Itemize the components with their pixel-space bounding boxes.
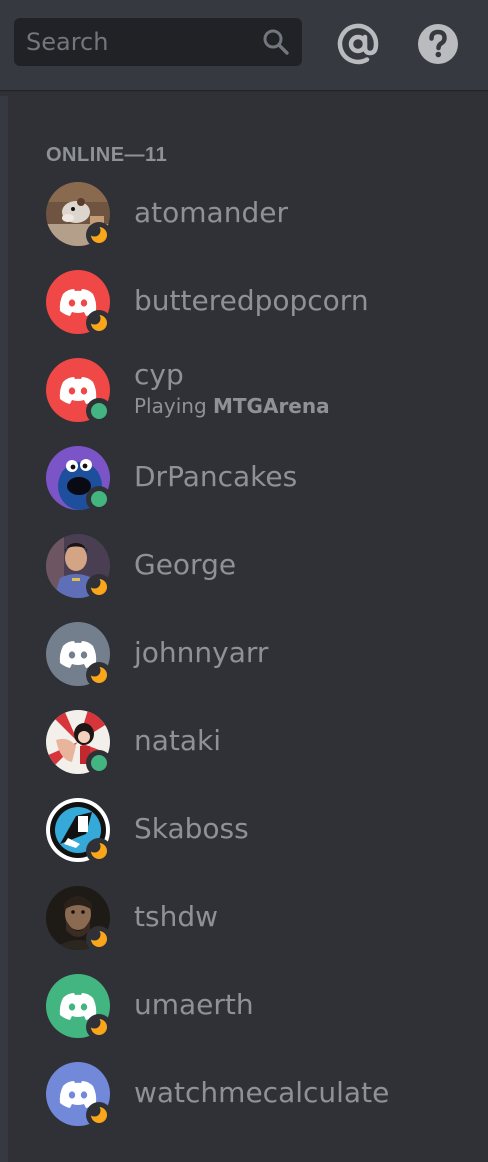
avatar bbox=[46, 446, 112, 512]
at-sign-icon[interactable] bbox=[336, 22, 380, 66]
search-input[interactable]: Search bbox=[14, 18, 302, 66]
member-name: butteredpopcorn bbox=[134, 284, 369, 317]
activity-prefix: Playing bbox=[134, 394, 207, 418]
member-item[interactable]: George bbox=[46, 534, 466, 600]
member-item[interactable]: johnnyarr bbox=[46, 622, 466, 688]
idle-status-icon bbox=[86, 926, 112, 952]
member-name: Skaboss bbox=[134, 812, 249, 845]
avatar bbox=[46, 182, 112, 248]
member-name: johnnyarr bbox=[134, 636, 269, 669]
online-status-icon bbox=[86, 398, 112, 424]
avatar bbox=[46, 974, 112, 1040]
member-item[interactable]: DrPancakes bbox=[46, 446, 466, 512]
idle-status-icon bbox=[86, 310, 112, 336]
idle-status-icon bbox=[86, 838, 112, 864]
member-name: watchmecalculate bbox=[134, 1076, 390, 1109]
member-item[interactable]: butteredpopcorn bbox=[46, 270, 466, 336]
activity-game: MTGArena bbox=[213, 394, 330, 418]
idle-status-icon bbox=[86, 222, 112, 248]
member-item[interactable]: cyp Playing MTGArena bbox=[46, 358, 466, 424]
idle-status-icon bbox=[86, 1014, 112, 1040]
help-icon[interactable] bbox=[416, 22, 460, 66]
avatar bbox=[46, 710, 112, 776]
idle-status-icon bbox=[86, 574, 112, 600]
member-item[interactable]: Skaboss bbox=[46, 798, 466, 864]
member-name: tshdw bbox=[134, 900, 218, 933]
avatar bbox=[46, 270, 112, 336]
idle-status-icon bbox=[86, 662, 112, 688]
member-list: ONLINE—11 atomander butteredpopcorn cyp … bbox=[0, 90, 488, 1162]
idle-status-icon bbox=[86, 1102, 112, 1128]
online-status-icon bbox=[86, 750, 112, 776]
member-name: George bbox=[134, 548, 237, 581]
avatar bbox=[46, 886, 112, 952]
member-item[interactable]: watchmecalculate bbox=[46, 1062, 466, 1128]
member-name: DrPancakes bbox=[134, 460, 298, 493]
avatar bbox=[46, 1062, 112, 1128]
member-activity: Playing MTGArena bbox=[134, 394, 330, 418]
member-name: cyp bbox=[134, 358, 184, 391]
member-item[interactable]: nataki bbox=[46, 710, 466, 776]
search-icon bbox=[263, 29, 289, 55]
member-name: atomander bbox=[134, 196, 288, 229]
member-item[interactable]: tshdw bbox=[46, 886, 466, 952]
avatar bbox=[46, 798, 112, 864]
online-status-icon bbox=[86, 486, 112, 512]
online-count-header: ONLINE—11 bbox=[46, 144, 168, 166]
top-bar: Search bbox=[0, 0, 488, 90]
member-name: umaerth bbox=[134, 988, 254, 1021]
avatar bbox=[46, 358, 112, 424]
member-item[interactable]: atomander bbox=[46, 182, 466, 248]
member-item[interactable]: umaerth bbox=[46, 974, 466, 1040]
member-name: nataki bbox=[134, 724, 222, 757]
avatar bbox=[46, 534, 112, 600]
search-placeholder: Search bbox=[26, 28, 109, 56]
avatar bbox=[46, 622, 112, 688]
